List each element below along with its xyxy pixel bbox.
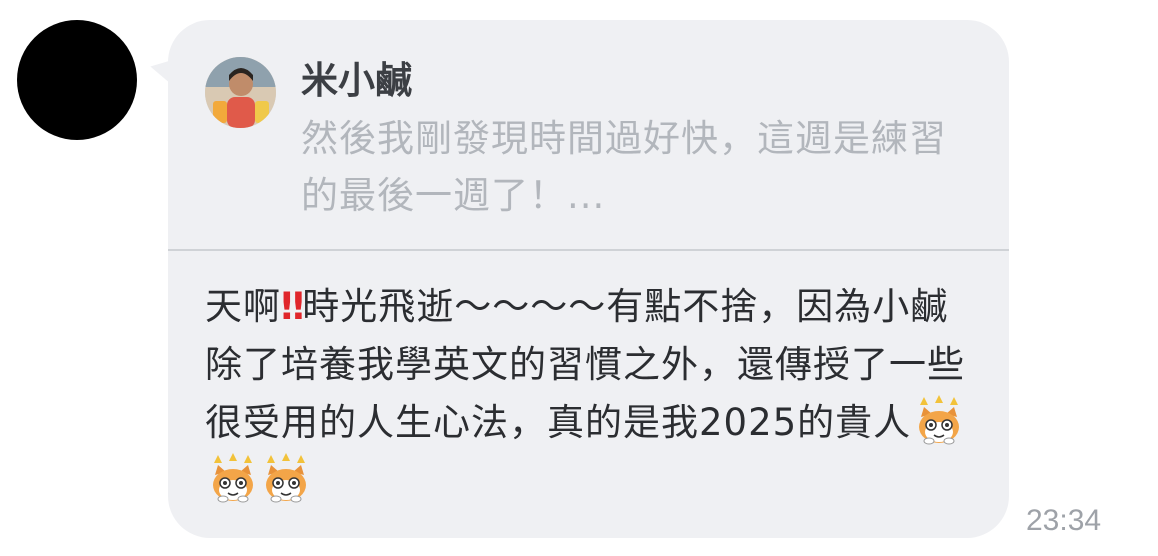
- message-bubble[interactable]: 米小鹹 然後我剛發現時間過好快，這週是練習的最後一週了！... 天啊‼時光飛逝～…: [168, 20, 1009, 538]
- message-text-start: 天啊: [205, 285, 281, 328]
- cat-sticker-icon: [261, 453, 311, 503]
- double-exclamation-emoji: ‼: [281, 285, 304, 328]
- quote-author-name: 米小鹹: [301, 59, 412, 102]
- message-timestamp: 23:34: [1026, 504, 1102, 537]
- cat-sticker-icon: [208, 453, 258, 503]
- quote-divider: [168, 249, 1009, 251]
- sender-avatar[interactable]: [17, 20, 137, 140]
- message-text-body: 時光飛逝～～～～有點不捨，因為小鹹除了培養我學英文的習慣之外，還傳授了一些很受用…: [205, 285, 965, 444]
- reply-quote[interactable]: 米小鹹 然後我剛發現時間過好快，這週是練習的最後一週了！...: [168, 20, 1009, 250]
- cat-sticker-icon: [914, 395, 964, 445]
- quote-text: 然後我剛發現時間過好快，這週是練習的最後一週了！...: [301, 117, 947, 217]
- quote-author-avatar: [205, 57, 276, 128]
- message-text: 天啊‼時光飛逝～～～～有點不捨，因為小鹹除了培養我學英文的習慣之外，還傳授了一些…: [205, 278, 965, 510]
